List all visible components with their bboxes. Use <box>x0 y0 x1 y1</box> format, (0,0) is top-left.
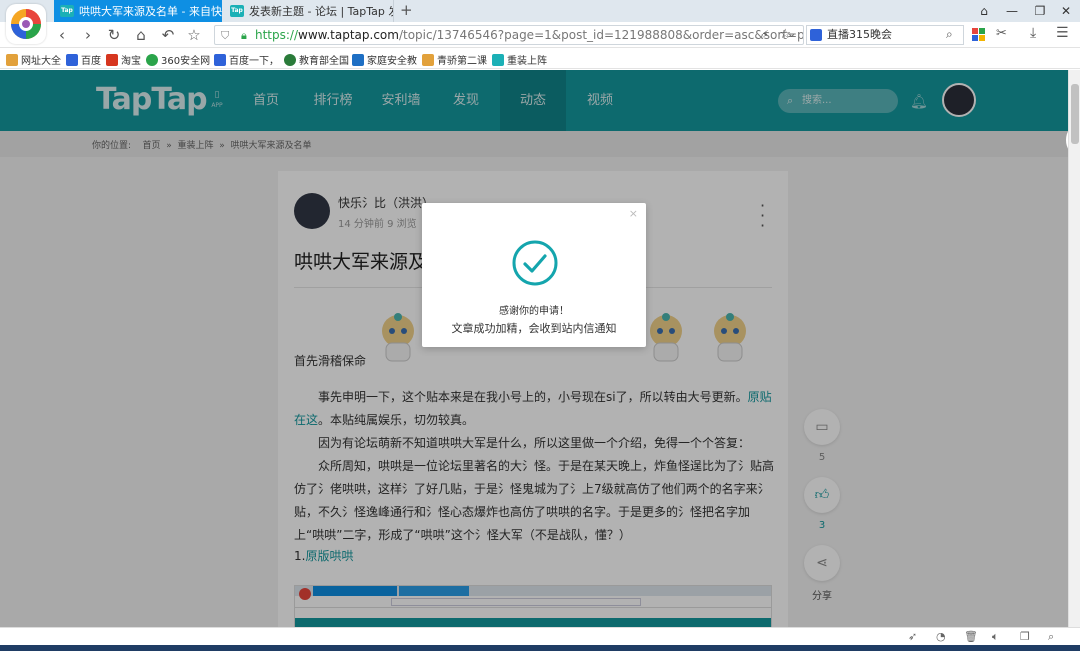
chevron-down-icon[interactable]: ⌄ <box>787 27 796 40</box>
bookmark-item[interactable]: 百度一下， <box>214 52 279 67</box>
trash-icon[interactable]: 🗑︎ <box>964 630 978 643</box>
bookmark-item[interactable]: 重装上阵 <box>492 52 547 67</box>
bookmark-icon <box>214 53 226 66</box>
bookmark-icon <box>146 53 158 66</box>
address-bar[interactable]: ⛉ 🔒︎ https://www.taptap.com/topic/137465… <box>214 25 804 45</box>
browser-status-bar: ➶ ◔ 🗑︎ 🔈︎ ❐ ⌕ <box>0 627 1080 645</box>
bookmark-item[interactable]: 淘宝 <box>106 52 141 67</box>
skin-icon[interactable]: ⌂ <box>970 0 998 22</box>
volume-icon[interactable]: 🔈︎ <box>992 630 999 644</box>
bookmark-icon <box>6 53 18 66</box>
browser-nav-bar: ‹ › ↻ ⌂ ↶ ☆ ⛉ 🔒︎ https://www.taptap.com/… <box>0 22 1080 48</box>
bookmark-icon <box>492 53 504 66</box>
os-taskbar <box>0 645 1080 651</box>
download-icon[interactable]: ⤓ <box>1030 25 1036 41</box>
web-page: TapTap ▯ APP 首页 排行榜 安利墙 发现 动态 视频 ⌕ 搜索... … <box>0 70 1068 627</box>
reload-button[interactable]: ↻ <box>104 25 124 45</box>
close-window-button[interactable]: ✕ <box>1052 0 1080 22</box>
bookmark-item[interactable]: 青骄第二课 <box>422 52 487 67</box>
url-text: https://www.taptap.com/topic/13746546?pa… <box>255 28 804 42</box>
minimize-button[interactable]: — <box>998 0 1026 22</box>
tab-active[interactable]: Tap 哄哄大军来源及名单 - 来自快乐 × <box>54 0 222 22</box>
scrollbar-thumb[interactable] <box>1071 84 1079 144</box>
bookmark-icon <box>422 53 434 66</box>
undo-close-button[interactable]: ↶ <box>158 25 178 45</box>
close-icon[interactable]: × <box>629 207 638 220</box>
tab-label: 发表新主题 - 论坛 | TapTap 发 <box>249 5 394 18</box>
home-button[interactable]: ⌂ <box>131 25 151 45</box>
scrollbar[interactable] <box>1068 70 1080 627</box>
zoom-icon[interactable]: ⌕ <box>1048 630 1054 644</box>
success-dialog: × 感谢你的申请！ 文章成功加精，会收到站内信通知 <box>422 203 646 347</box>
maximize-button[interactable]: ❐ <box>1026 0 1054 22</box>
check-circle-icon <box>512 240 558 289</box>
bookmark-item[interactable]: 百度 <box>66 52 101 67</box>
tab-label: 哄哄大军来源及名单 - 来自快乐 <box>79 5 222 18</box>
browser-logo[interactable] <box>6 4 46 44</box>
search-icon[interactable]: ⌕ <box>946 27 953 42</box>
favorite-button[interactable]: ☆ <box>184 25 204 45</box>
lock-icon: 🔒︎ <box>241 29 247 42</box>
rocket-icon[interactable]: ➶ <box>908 630 917 643</box>
bookmark-item[interactable]: 家庭安全教 <box>352 52 417 67</box>
dialog-message-body: 文章成功加精，会收到站内信通知 <box>451 322 617 335</box>
apps-icon[interactable] <box>972 28 986 42</box>
bookmark-item[interactable]: 360安全网 <box>146 52 210 67</box>
bookmarks-bar: 网址大全 百度 淘宝 360安全网 百度一下， 教育部全国 家庭安全教 青骄第二… <box>0 49 1080 69</box>
search-box[interactable]: 直播315晚会 <box>806 25 964 45</box>
window-icon[interactable]: ❐ <box>1020 630 1030 643</box>
back-button[interactable]: ‹ <box>52 25 72 45</box>
bookmark-icon <box>106 53 118 66</box>
bookmark-item[interactable]: 网址大全 <box>6 52 61 67</box>
speed-mode-icon[interactable]: ⚡ <box>761 26 769 44</box>
bookmark-icon <box>284 53 296 66</box>
baidu-icon <box>810 29 822 41</box>
bookmark-icon <box>66 53 78 66</box>
bookmark-item[interactable]: 教育部全国 <box>284 52 349 67</box>
new-tab-button[interactable]: + <box>400 1 413 19</box>
menu-icon[interactable]: ☰ <box>1056 25 1069 41</box>
modal-overlay[interactable] <box>0 70 1068 627</box>
bookmark-icon <box>352 53 364 66</box>
shield-icon: ⛉ <box>221 29 230 42</box>
dialog-message-title: 感谢你的申请！ <box>499 306 569 317</box>
taptap-favicon: Tap <box>230 5 244 17</box>
speed-icon[interactable]: ◔ <box>936 630 946 643</box>
taptap-favicon: Tap <box>60 5 74 17</box>
cut-icon[interactable]: ✂ <box>996 26 1007 41</box>
browser-tab-bar: Tap 哄哄大军来源及名单 - 来自快乐 × Tap 发表新主题 - 论坛 | … <box>0 0 1080 22</box>
forward-button[interactable]: › <box>78 25 98 45</box>
search-box-text: 直播315晚会 <box>827 28 892 41</box>
tab-inactive[interactable]: Tap 发表新主题 - 论坛 | TapTap 发 × <box>224 0 394 22</box>
